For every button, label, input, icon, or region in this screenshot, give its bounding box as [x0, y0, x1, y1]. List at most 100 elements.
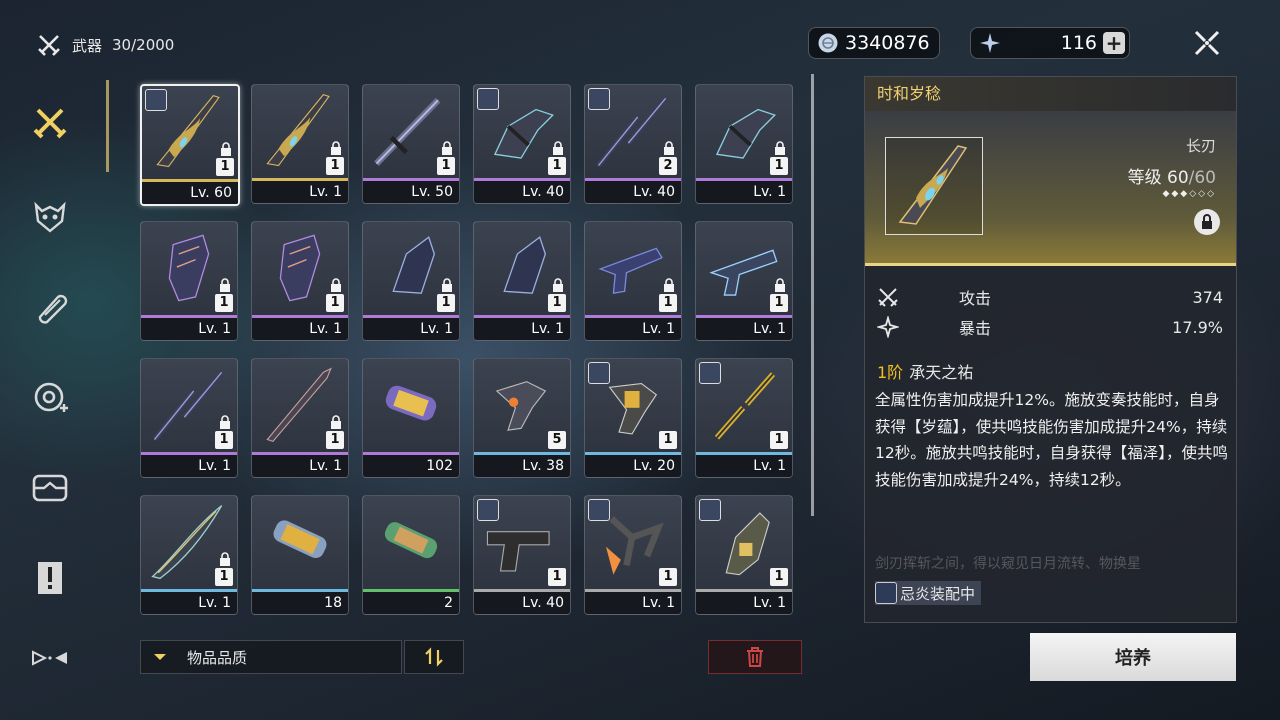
item-level: Lv. 1 [696, 181, 792, 203]
stat-label: 攻击 [959, 289, 992, 308]
discard-button[interactable] [708, 640, 802, 674]
weapon-thumbnail-icon [384, 522, 438, 559]
shell-credit-amount: 3340876 [845, 32, 930, 54]
weapon-card[interactable]: Lv. 60 1 [140, 84, 240, 206]
item-level: Lv. 40 [474, 181, 570, 203]
sort-order-toggle[interactable] [404, 640, 464, 674]
weapon-card[interactable]: Lv. 20 1 [584, 358, 682, 478]
lock-icon [1202, 214, 1212, 229]
item-level: Lv. 1 [585, 592, 681, 614]
weapon-thumbnail-icon [273, 520, 327, 559]
lock-icon [442, 141, 452, 155]
close-button[interactable] [1188, 24, 1226, 62]
sort-dropdown[interactable]: 物品品质 [140, 640, 402, 674]
equipped-by-badge: 忌炎装配中 [875, 581, 982, 605]
item-count: 1 [548, 294, 566, 312]
sidebar-item-resources[interactable] [30, 378, 70, 418]
special-icon [32, 650, 67, 666]
weapon-portrait [885, 137, 983, 235]
weapon-card[interactable]: Lv. 40 1 [473, 495, 571, 615]
grid-scrollbar[interactable] [811, 74, 814, 516]
weapon-card[interactable]: 102 [362, 358, 460, 478]
sidebar-item-quest-items[interactable] [30, 558, 70, 598]
item-count: 1 [326, 431, 344, 449]
item-level: Lv. 40 [585, 181, 681, 203]
avatar [699, 362, 721, 384]
weapon-card[interactable]: Lv. 1 1 [695, 495, 793, 615]
lock-toggle[interactable] [1194, 209, 1220, 235]
item-level: 102 [363, 455, 459, 477]
lock-icon [442, 278, 452, 292]
flavor-text: 剑刃挥斩之间，得以窥见日月流转、物换星 [875, 556, 1141, 572]
lock-icon [775, 141, 785, 155]
item-count: 1 [215, 294, 233, 312]
item-level: Lv. 1 [141, 318, 237, 340]
item-level: Lv. 1 [141, 455, 237, 477]
cultivate-button[interactable]: 培养 [1030, 633, 1236, 681]
weapon-level: 等级 60/60 [1128, 163, 1216, 188]
item-level: Lv. 1 [252, 181, 348, 203]
weapon-hero: 长刃 等级 60/60 ◆◆◆◇◇◇ [865, 111, 1236, 266]
lock-icon [220, 415, 230, 429]
lock-icon [331, 141, 341, 155]
weapon-card[interactable]: Lv. 1 1 [584, 221, 682, 341]
weapon-card[interactable]: 18 [251, 495, 349, 615]
waveplate-amount: 116 [1060, 32, 1097, 54]
equipped-by-label: 忌炎装配中 [900, 584, 976, 603]
weapon-card[interactable]: Lv. 1 1 [584, 495, 682, 615]
item-level: 18 [252, 592, 348, 614]
item-count: 2 [659, 157, 677, 175]
item-level: 2 [363, 592, 459, 614]
avatar [699, 499, 721, 521]
item-count: 1 [326, 294, 344, 312]
sidebar-item-materials[interactable] [30, 287, 70, 327]
item-count: 1 [326, 157, 344, 175]
weapon-card[interactable]: 2 [362, 495, 460, 615]
lock-icon [220, 552, 230, 566]
lock-icon [331, 415, 341, 429]
item-count: 1 [548, 157, 566, 175]
add-waveplate-button[interactable]: + [1103, 31, 1125, 55]
item-level: Lv. 40 [474, 592, 570, 614]
lock-icon [664, 278, 674, 292]
item-level: Lv. 1 [252, 318, 348, 340]
item-count: 1 [770, 431, 788, 449]
weapon-card[interactable]: Lv. 40 2 [584, 84, 682, 204]
resource-icon [34, 382, 68, 412]
item-count: 1 [770, 568, 788, 586]
item-count: 1 [548, 568, 566, 586]
avatar [477, 499, 499, 521]
weapon-card[interactable]: Lv. 1 1 [140, 358, 238, 478]
weapon-card[interactable]: Lv. 1 1 [251, 84, 349, 204]
weapon-card[interactable]: Lv. 1 1 [251, 358, 349, 478]
weapon-card[interactable]: Lv. 38 5 [473, 358, 571, 478]
item-level: Lv. 20 [585, 455, 681, 477]
echo-mask-icon [34, 201, 66, 233]
weapon-card[interactable]: Lv. 1 1 [140, 495, 238, 615]
stat-value: 17.9% [1172, 317, 1223, 337]
item-count: 1 [215, 431, 233, 449]
weapon-card[interactable]: Lv. 1 1 [695, 221, 793, 341]
sidebar-item-consumables[interactable] [30, 468, 70, 508]
avatar [477, 88, 499, 110]
weapon-card[interactable]: Lv. 1 1 [695, 358, 793, 478]
item-level: Lv. 1 [585, 318, 681, 340]
weapon-card[interactable]: Lv. 50 1 [362, 84, 460, 204]
weapon-name: 时和岁稔 [865, 77, 1236, 111]
weapon-card[interactable]: Lv. 1 1 [251, 221, 349, 341]
passive-skill-title: 1阶 承天之祐 [877, 359, 973, 383]
exclamation-icon [38, 562, 62, 594]
sidebar-item-special[interactable] [30, 638, 70, 678]
weapon-card[interactable]: Lv. 40 1 [473, 84, 571, 204]
sidebar-item-weapon[interactable] [30, 104, 70, 144]
weapon-card[interactable]: Lv. 1 1 [362, 221, 460, 341]
sidebar-item-echo[interactable] [30, 197, 70, 237]
weapon-card[interactable]: Lv. 1 1 [473, 221, 571, 341]
weapon-card[interactable]: Lv. 1 1 [140, 221, 238, 341]
weapon-card[interactable]: Lv. 1 1 [695, 84, 793, 204]
item-level: Lv. 1 [696, 592, 792, 614]
waveplate-icon [980, 33, 1000, 53]
skill-rank: 1阶 [877, 363, 904, 382]
item-level: Lv. 1 [141, 592, 237, 614]
stat-row-crit: 暴击 17.9% [877, 315, 1223, 339]
